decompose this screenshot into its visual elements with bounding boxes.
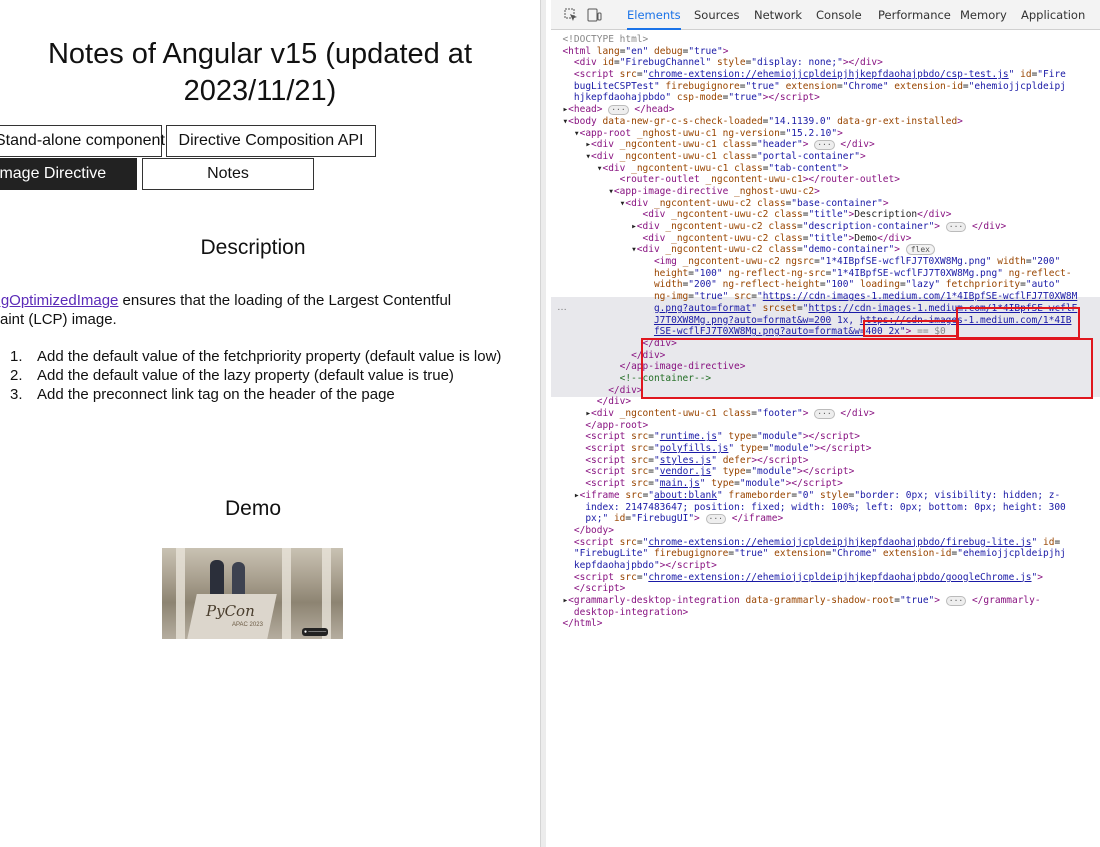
description-text: NgOptimizedImage ensures that the loadin… (0, 291, 460, 329)
tab-console[interactable]: Console (816, 0, 862, 30)
step-text: Add the preconnect link tag on the heade… (37, 386, 395, 403)
description-title: Description (200, 236, 306, 259)
app-page: Notes of Angular v15 (updated at 2023/11… (0, 0, 540, 847)
tab-network[interactable]: Network (754, 0, 802, 30)
tab-image-directive[interactable]: Image Directive (0, 158, 137, 190)
demo-title: Demo (224, 497, 282, 520)
tab-elements[interactable]: Elements (627, 0, 681, 30)
demo-image: PyCon APAC 2023 ● ───── (162, 548, 343, 639)
tab-performance[interactable]: Performance (878, 0, 951, 30)
list-item: 2. Add the default value of the lazy prop… (10, 367, 454, 384)
devtools-panel: Elements Sources Network Console Perform… (551, 0, 1100, 847)
steps-list: 1. Add the default value of the fetchprio… (0, 347, 520, 404)
demo-image-subtext: APAC 2023 (232, 622, 263, 628)
panel-splitter[interactable] (540, 0, 546, 847)
inspect-icon[interactable] (563, 8, 578, 22)
demo-image-logo: PyCon (206, 602, 255, 620)
tab-directive-composition-api[interactable]: Directive Composition API (166, 125, 376, 157)
tab-sources[interactable]: Sources (694, 0, 740, 30)
fetchpriority-highlight (956, 307, 1080, 339)
step-text: Add the default value of the lazy proper… (37, 367, 454, 384)
devtools-toolbar: Elements Sources Network Console Perform… (551, 0, 1100, 30)
dom-tree[interactable]: <!DOCTYPE html> <html lang="en" debug="t… (551, 34, 1100, 847)
tab-memory[interactable]: Memory (960, 0, 1007, 30)
src-srcset-highlight (641, 338, 1093, 399)
list-item: 3. Add the preconnect link tag on the hea… (10, 386, 395, 403)
photo-credit-badge: ● ───── (302, 628, 329, 636)
page-title: Notes of Angular v15 (updated at 2023/11… (47, 38, 472, 107)
list-item: 1. Add the default value of the fetchprio… (10, 348, 502, 365)
tab-application[interactable]: Application (1021, 0, 1085, 30)
device-toggle-icon[interactable] (587, 8, 602, 22)
loading-lazy-highlight (863, 320, 959, 337)
tab-notes[interactable]: Notes (142, 158, 314, 190)
tab-standalone-component[interactable]: Stand-alone component (0, 125, 165, 157)
ngoptimizedimage-link[interactable]: NgOptimizedImage (0, 292, 118, 309)
step-text: Add the default value of the fetchpriori… (37, 348, 502, 365)
